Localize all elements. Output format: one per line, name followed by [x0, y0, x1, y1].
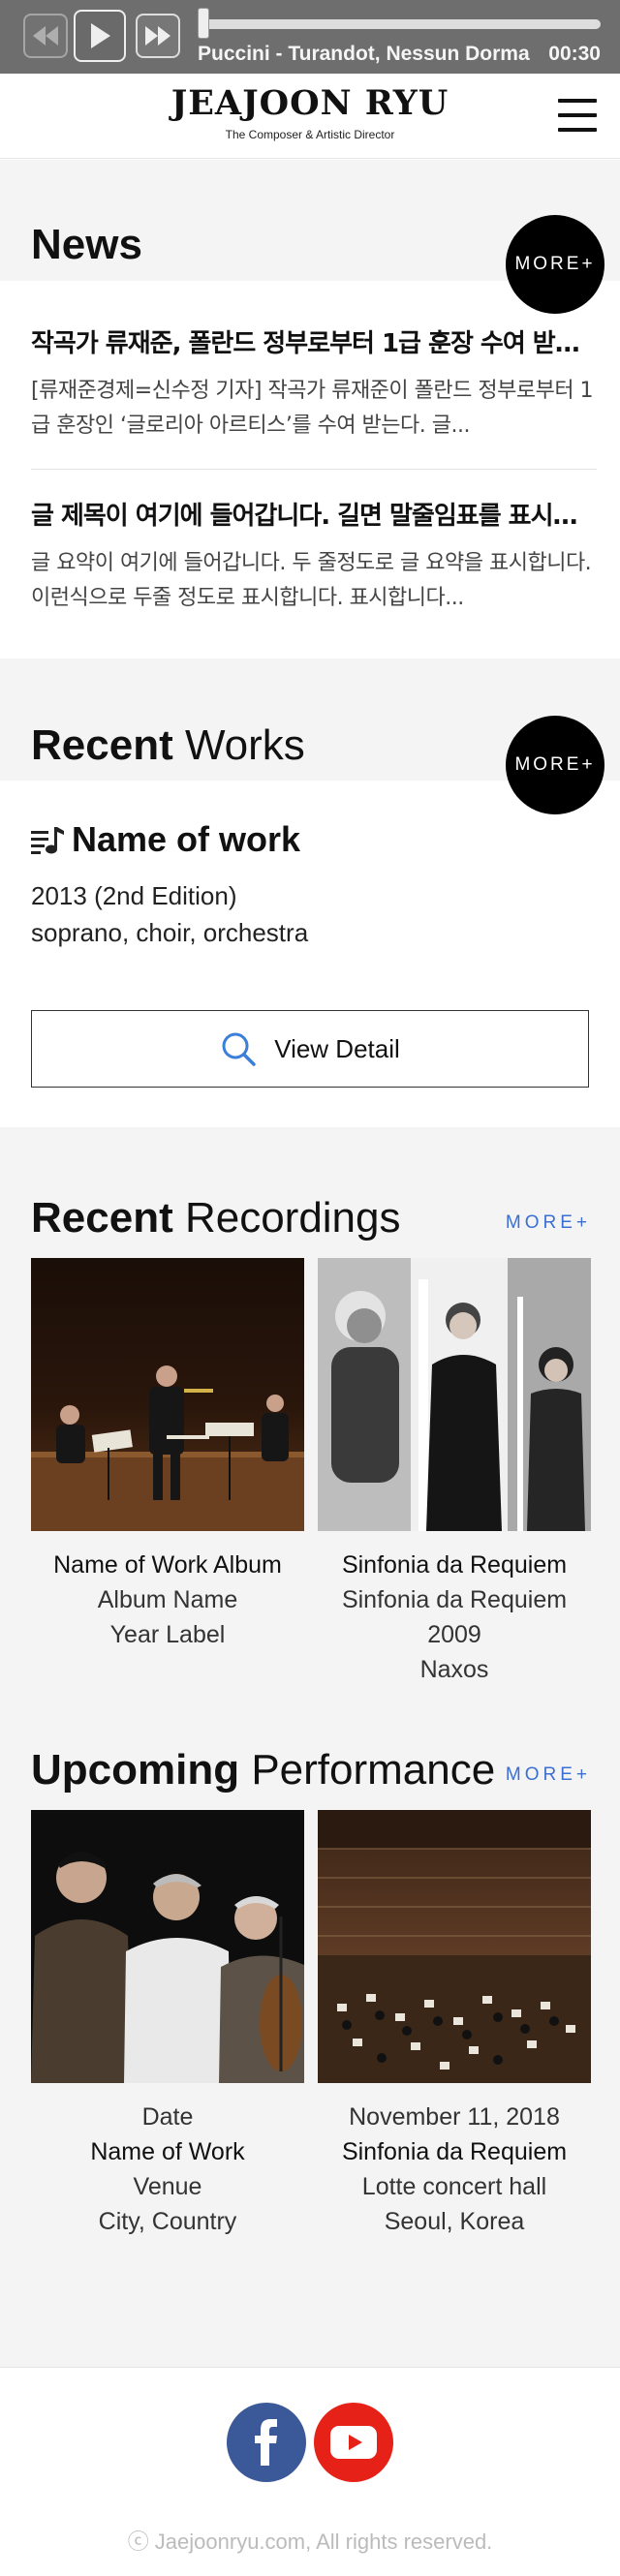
works-more-button[interactable]: MORE+ — [506, 716, 604, 814]
recording-caption: Name of Work Album Album Name Year Label — [31, 1548, 304, 1652]
youtube-link[interactable] — [314, 2403, 393, 2482]
news-item-summary: 글 요약이 여기에 들어갑니다. 두 줄정도로 글 요약을 표시합니다. 이런식… — [31, 551, 592, 610]
performance-more-link[interactable]: MORE+ — [506, 1764, 591, 1786]
recordings-heading: Recent Recordings — [31, 1194, 401, 1242]
site-header: JEAJOON RYU The Composer & Artistic Dire… — [0, 74, 620, 159]
playback-time: 00:30 — [548, 43, 601, 65]
play-icon — [91, 23, 110, 48]
performance-venue: Lotte concert hall — [361, 2173, 547, 2200]
recording-work-name[interactable]: Sinfonia da Requiem — [318, 1548, 591, 1582]
next-button[interactable] — [136, 14, 180, 58]
fast-forward-icon — [145, 26, 170, 46]
recording-year: 2009 — [427, 1621, 481, 1648]
musicians-portrait-photo — [31, 1810, 304, 2083]
progress-handle[interactable] — [198, 8, 209, 39]
copyright-text: ⓒ Jaejoonryu.com, All rights reserved. — [127, 2530, 493, 2554]
news-divider — [31, 469, 597, 470]
recording-cover-image[interactable] — [318, 1258, 591, 1531]
recording-label: Naxos — [419, 1656, 489, 1683]
view-detail-label: View Detail — [274, 1033, 400, 1063]
recording-album: Album Name — [97, 1586, 238, 1613]
facebook-link[interactable] — [227, 2403, 306, 2482]
concert-hall-photo — [318, 1810, 591, 2083]
work-title[interactable]: Name of work — [72, 819, 300, 860]
performance-image[interactable] — [318, 1810, 591, 2083]
previous-button[interactable] — [23, 14, 68, 58]
news-item-title[interactable]: 글 제목이 여기에 들어갑니다. 길면 말줄임표를 표시합니다 — [31, 496, 597, 532]
work-instrumentation: soprano, choir, orchestra — [31, 918, 309, 947]
performance-date: November 11, 2018 — [349, 2103, 560, 2131]
performance-city: City, Country — [98, 2208, 237, 2235]
music-list-icon — [31, 827, 64, 854]
rewind-icon — [33, 26, 58, 46]
progress-track[interactable] — [202, 19, 601, 29]
recording-caption: Sinfonia da Requiem Sinfonia da Requiem … — [318, 1548, 591, 1687]
performance-work-name[interactable]: Name of Work — [31, 2134, 304, 2169]
performance-city: Seoul, Korea — [384, 2208, 525, 2235]
search-icon — [222, 1032, 256, 1066]
news-item-title[interactable]: 작곡가 류재준, 폴란드 정부로부터 1급 훈장 수여 받는다 — [31, 323, 597, 359]
menu-icon-bar — [558, 128, 597, 132]
performance-caption: November 11, 2018 Sinfonia da Requiem Lo… — [318, 2100, 591, 2239]
recording-year: Year Label — [109, 1621, 226, 1648]
menu-icon-bar — [558, 113, 597, 117]
performance-image[interactable] — [31, 1810, 304, 2083]
site-logo[interactable]: JEAJOON RYU — [0, 83, 620, 123]
play-button[interactable] — [74, 10, 126, 62]
now-playing-title: Puccini - Turandot, Nessun Dorma — [198, 43, 530, 65]
performance-date: Date — [141, 2103, 194, 2131]
work-year: 2013 (2nd Edition) — [31, 881, 237, 910]
youtube-icon — [330, 2426, 377, 2459]
site-footer: ⓒ Jaejoonryu.com, All rights reserved. — [0, 2367, 620, 2576]
audio-player: Puccini - Turandot, Nessun Dorma 00:30 — [0, 0, 620, 74]
recording-work-name[interactable]: Name of Work Album — [31, 1548, 304, 1582]
recording-cover-image[interactable] — [31, 1258, 304, 1531]
recordings-more-link[interactable]: MORE+ — [506, 1212, 591, 1234]
recordings-heading-light: Recordings — [172, 1194, 401, 1242]
news-heading: News — [31, 221, 142, 269]
view-detail-button[interactable]: View Detail — [31, 1010, 589, 1088]
site-tagline: The Composer & Artistic Director — [225, 128, 395, 141]
news-heading-text: News — [31, 221, 142, 268]
news-more-button[interactable]: MORE+ — [506, 215, 604, 314]
menu-icon-bar — [558, 99, 597, 103]
works-heading: Recent Works — [31, 721, 305, 770]
performance-work-name[interactable]: Sinfonia da Requiem — [318, 2134, 591, 2169]
performance-heading-light: Performance — [239, 1746, 496, 1794]
page: Puccini - Turandot, Nessun Dorma 00:30 J… — [0, 0, 620, 2576]
performance-caption: Date Name of Work Venue City, Country — [31, 2100, 304, 2239]
recordings-heading-bold: Recent — [31, 1194, 173, 1242]
chamber-ensemble-photo — [31, 1258, 304, 1531]
menu-button[interactable] — [558, 99, 597, 132]
performance-heading: Upcoming Performance — [31, 1746, 495, 1794]
performance-heading-bold: Upcoming — [31, 1746, 240, 1794]
recording-album: Sinfonia da Requiem — [341, 1586, 568, 1613]
album-collage-photo — [318, 1258, 591, 1531]
works-heading-bold: Recent — [31, 721, 173, 769]
news-item-summary: [류재준경제=신수정 기자] 작곡가 류재준이 폴란드 정부로부터 1급 훈장인… — [31, 379, 594, 438]
works-heading-light: Works — [172, 721, 305, 769]
facebook-icon — [255, 2419, 277, 2466]
performance-venue: Venue — [133, 2173, 202, 2200]
